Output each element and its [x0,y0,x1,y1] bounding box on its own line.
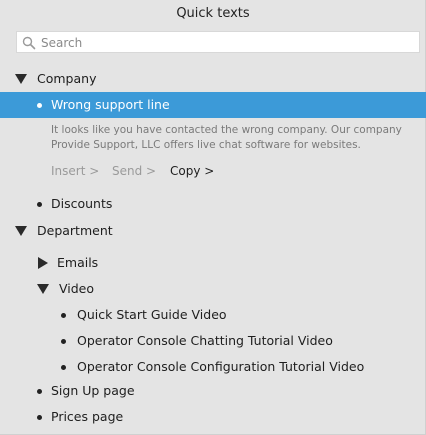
collapse-triangle-icon[interactable] [37,283,49,295]
item-label: Prices page [51,409,124,424]
tree-item-prices-page[interactable]: Prices page [0,404,426,430]
bullet-icon [37,202,42,207]
search-icon [22,36,36,50]
item-label: Discounts [51,196,113,211]
panel-title: Quick texts [176,6,250,21]
tree-item-video[interactable]: Operator Console Chatting Tutorial Video [0,328,426,354]
tree-folder-department[interactable]: Department [0,218,426,244]
collapse-triangle-icon[interactable] [15,73,27,85]
tree-item-video[interactable]: Quick Start Guide Video [0,302,426,328]
bullet-icon [61,313,66,318]
insert-button[interactable]: Insert > [51,161,99,181]
tree-item-discounts[interactable]: Discounts [0,191,426,217]
tree-folder-emails[interactable]: Emails [0,250,426,276]
folder-label: Department [37,223,113,238]
item-label: Wrong support line [51,97,170,112]
tree-folder-company[interactable]: Company [0,66,426,92]
expand-triangle-icon[interactable] [37,257,49,269]
folder-label: Company [37,71,97,86]
bullet-icon [37,389,42,394]
item-label: Operator Console Chatting Tutorial Video [77,333,333,348]
quick-text-preview: It looks like you have contacted the wro… [51,124,402,151]
tree-item-video[interactable]: Operator Console Configuration Tutorial … [0,354,426,380]
send-button[interactable]: Send > [112,161,156,181]
bullet-icon [61,365,66,370]
tree-item-sign-up-page[interactable]: Sign Up page [0,378,426,404]
item-label: Operator Console Configuration Tutorial … [77,359,365,374]
folder-label: Emails [57,255,99,270]
search-input[interactable] [41,34,411,51]
search-box[interactable] [16,31,420,53]
bullet-icon [37,103,42,108]
item-label: Sign Up page [51,383,135,398]
bullet-icon [61,339,66,344]
collapse-triangle-icon[interactable] [15,225,27,237]
folder-label: Video [59,281,95,296]
bullet-icon [37,415,42,420]
tree-folder-video[interactable]: Video [0,276,426,302]
item-label: Quick Start Guide Video [77,307,227,322]
tree-item-wrong-support-line[interactable]: Wrong support line [0,92,426,118]
copy-button[interactable]: Copy > [170,161,214,181]
quick-texts-panel: Quick texts Company Wrong support line I… [0,0,426,435]
